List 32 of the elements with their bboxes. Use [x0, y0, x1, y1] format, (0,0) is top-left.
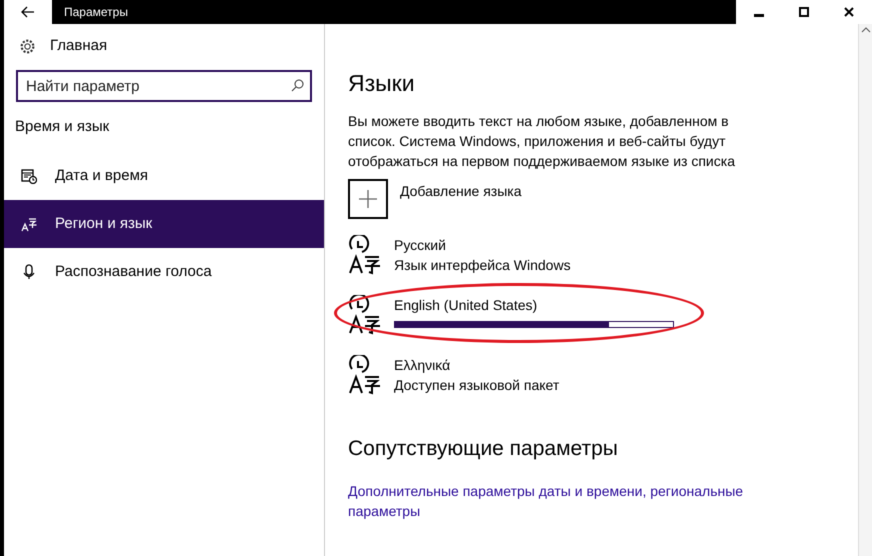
language-icon — [348, 355, 382, 395]
language-icon — [348, 295, 382, 335]
section-title: Сопутствующие параметры — [348, 436, 619, 462]
plus-icon — [359, 190, 377, 208]
language-icon — [348, 235, 382, 275]
close-icon — [844, 7, 854, 17]
maximize-icon — [798, 7, 809, 17]
microphone-icon — [21, 264, 37, 280]
window-title: Параметры — [64, 4, 128, 21]
calendar-clock-icon — [21, 168, 37, 184]
back-arrow-icon — [21, 6, 35, 18]
add-language-button[interactable]: Добавление языка — [348, 179, 835, 219]
language-name: Ελληνικά — [394, 356, 452, 375]
language-name: Русский — [394, 236, 447, 255]
language-status: Доступен языковой пакет — [394, 376, 560, 395]
page-title: Языки — [348, 69, 416, 98]
language-item[interactable]: Ελληνικά Доступен языковой пакет — [348, 351, 835, 411]
description-text: Вы можете вводить текст на любом языке, добавленном в список. Система Windows, приложения и веб-сайты будут отображаться на первом поддерживаемом языке из списка — [348, 112, 736, 171]
search-icon — [291, 79, 304, 92]
related-settings-link[interactable]: Дополнительные параметры даты и времени, региональные параметры — [348, 481, 788, 521]
minimize-icon — [754, 14, 764, 16]
language-item[interactable]: English (United States) — [348, 291, 835, 351]
section-heading: Время и язык — [14, 117, 110, 137]
language-status: Язык интерфейса Windows — [394, 256, 571, 275]
scroll-up-icon — [860, 26, 870, 34]
language-icon — [21, 216, 37, 232]
language-item[interactable]: Русский Язык интерфейса Windows — [348, 231, 835, 291]
search-field[interactable]: Найти параметр — [16, 70, 312, 102]
home-nav-item[interactable]: Главная — [4, 30, 324, 62]
language-name: English (United States) — [394, 296, 538, 315]
settings-icon — [19, 38, 36, 54]
nav-item[interactable]: Регион и язык — [4, 200, 324, 248]
